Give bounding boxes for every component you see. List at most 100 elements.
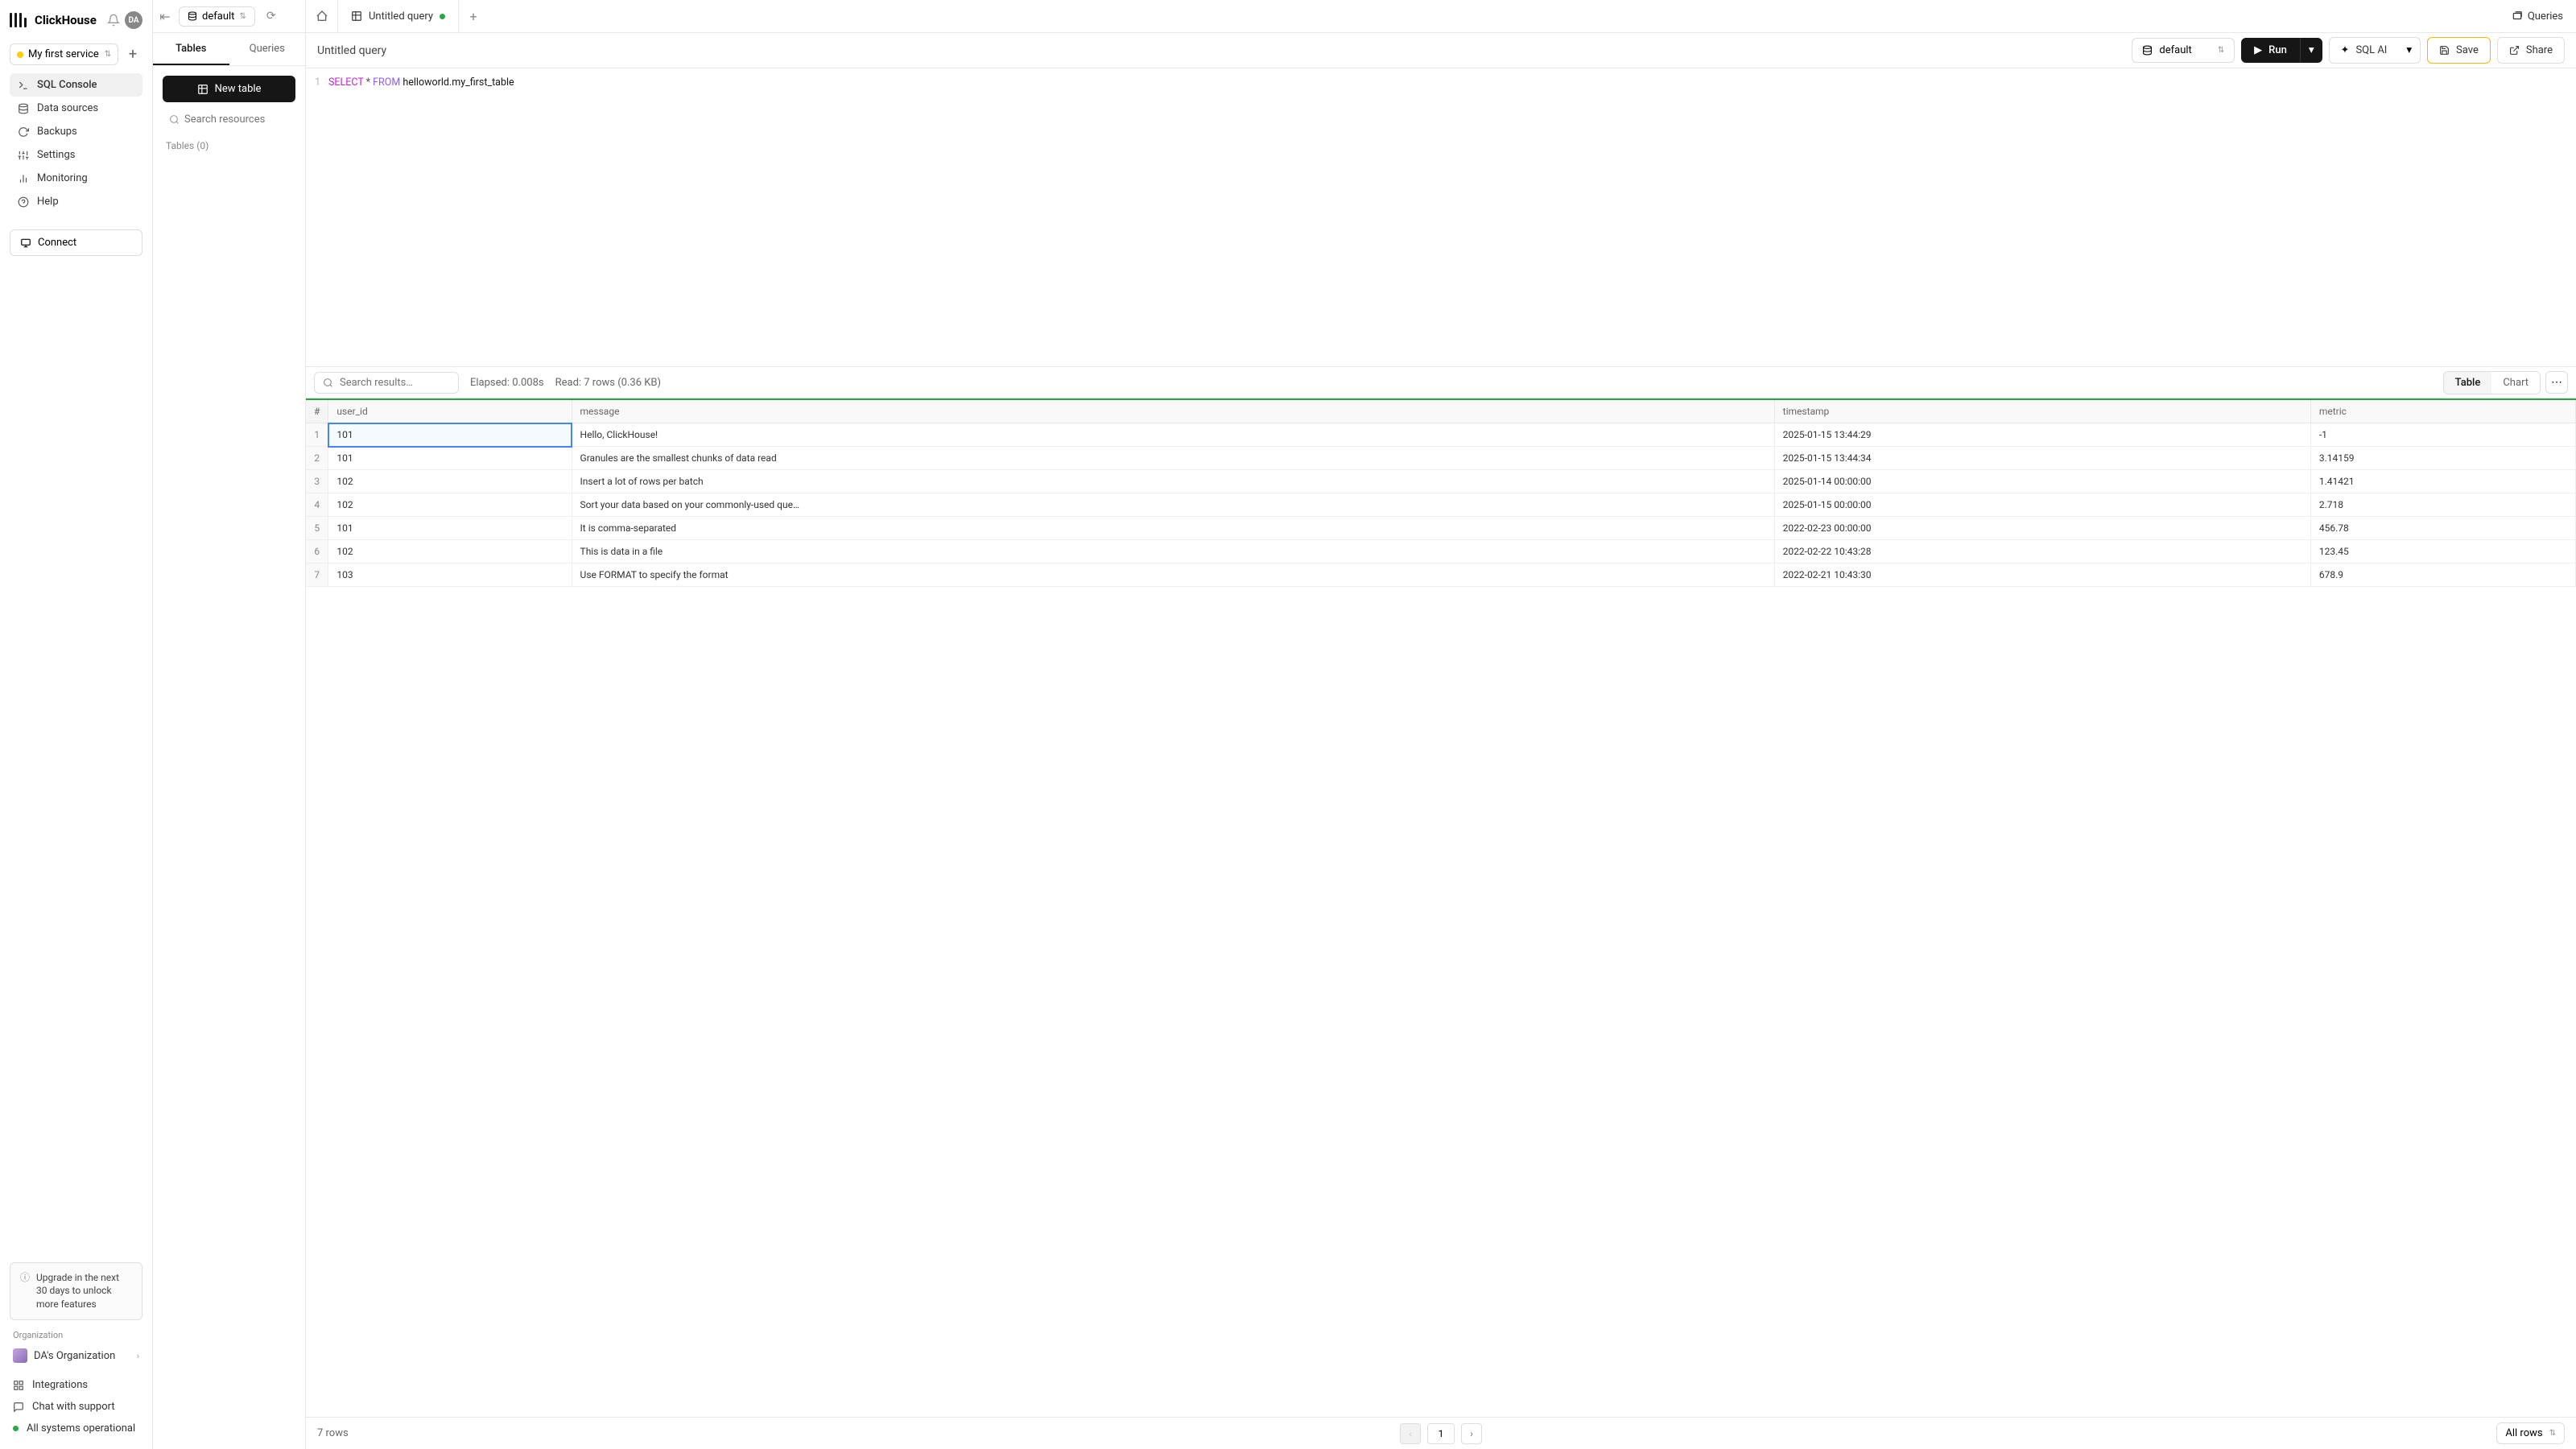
table-cell[interactable]: 3 [306, 470, 328, 493]
save-button[interactable]: Save [2427, 37, 2491, 64]
col-header[interactable]: message [572, 400, 1774, 423]
table-row[interactable]: 3102Insert a lot of rows per batch2025-0… [306, 470, 2576, 493]
table-cell[interactable]: 6 [306, 540, 328, 564]
table-row[interactable]: 5101It is comma-separated2022-02-23 00:0… [306, 517, 2576, 540]
chart-icon [18, 173, 29, 184]
table-cell[interactable]: 7 [306, 564, 328, 587]
table-cell[interactable]: 102 [328, 540, 572, 564]
queries-link[interactable]: Queries [2499, 0, 2576, 32]
share-button[interactable]: Share [2497, 37, 2565, 64]
search-results[interactable] [314, 372, 459, 394]
db-select[interactable]: default ⇅ [2132, 38, 2235, 63]
table-cell[interactable]: 2025-01-15 13:44:34 [1774, 447, 2310, 470]
sidebar-item-settings[interactable]: Settings [10, 143, 142, 167]
sqlai-button[interactable]: ✦ SQL AI [2329, 37, 2399, 64]
table-cell[interactable]: 2022-02-23 00:00:00 [1774, 517, 2310, 540]
more-button[interactable]: ⋯ [2545, 371, 2568, 394]
sqlai-dropdown-button[interactable]: ▾ [2398, 37, 2421, 64]
table-cell[interactable]: 103 [328, 564, 572, 587]
home-tab[interactable] [306, 0, 338, 32]
sidebar-item-help[interactable]: Help [10, 190, 142, 213]
table-row[interactable]: 7103Use FORMAT to specify the format2022… [306, 564, 2576, 587]
table-cell[interactable]: 1.41421 [2310, 470, 2575, 493]
chevron-right-icon: › [137, 1351, 139, 1361]
subtab-tables[interactable]: Tables [153, 33, 229, 65]
table-cell[interactable]: 2025-01-15 00:00:00 [1774, 493, 2310, 517]
run-button[interactable]: ▶ Run [2241, 38, 2300, 63]
sidebar-item-data-sources[interactable]: Data sources [10, 97, 142, 120]
bottom-nav-all-systems-operational[interactable]: All systems operational [0, 1418, 152, 1439]
table-row[interactable]: 4102Sort your data based on your commonl… [306, 493, 2576, 517]
query-title[interactable]: Untitled query [317, 44, 2125, 57]
table-cell[interactable]: 101 [328, 517, 572, 540]
add-tab-button[interactable]: + [459, 0, 488, 32]
chevron-updown-icon: ⇅ [239, 12, 246, 21]
table-cell[interactable]: 101 [328, 423, 572, 447]
collapse-panel-icon[interactable]: ⇤ [153, 9, 177, 24]
connect-button[interactable]: Connect [10, 229, 142, 256]
col-header[interactable]: user_id [328, 400, 572, 423]
upgrade-card[interactable]: ⓘ Upgrade in the next 30 days to unlock … [10, 1262, 142, 1320]
table-row[interactable]: 1101Hello, ClickHouse!2025-01-15 13:44:2… [306, 423, 2576, 447]
org-item[interactable]: DA's Organization › [0, 1344, 152, 1368]
db-label: default [202, 10, 234, 23]
table-cell[interactable]: 2022-02-21 10:43:30 [1774, 564, 2310, 587]
new-table-button[interactable]: New table [163, 76, 295, 102]
table-cell[interactable]: 102 [328, 493, 572, 517]
table-cell[interactable]: 2025-01-14 00:00:00 [1774, 470, 2310, 493]
table-cell[interactable]: Insert a lot of rows per batch [572, 470, 1774, 493]
db-selector[interactable]: default ⇅ [179, 6, 255, 27]
pager-prev-button[interactable]: ‹ [1400, 1423, 1421, 1444]
table-cell[interactable]: This is data in a file [572, 540, 1774, 564]
table-row[interactable]: 6102This is data in a file2022-02-22 10:… [306, 540, 2576, 564]
table-cell[interactable]: 5 [306, 517, 328, 540]
query-tab[interactable]: Untitled query [338, 0, 459, 32]
help-icon [18, 196, 29, 208]
table-cell[interactable]: 678.9 [2310, 564, 2575, 587]
refresh-icon[interactable]: ⟳ [258, 10, 284, 23]
table-cell[interactable]: 1 [306, 423, 328, 447]
table-cell[interactable]: Sort your data based on your commonly-us… [572, 493, 1774, 517]
table-cell[interactable]: -1 [2310, 423, 2575, 447]
table-cell[interactable]: Use FORMAT to specify the format [572, 564, 1774, 587]
sidebar-item-label: Monitoring [37, 172, 88, 184]
view-chart-button[interactable]: Chart [2491, 372, 2540, 394]
search-resources[interactable] [163, 109, 295, 130]
col-header[interactable]: metric [2310, 400, 2575, 423]
service-selector[interactable]: My first service ⇅ [10, 43, 118, 65]
table-cell[interactable]: Granules are the smallest chunks of data… [572, 447, 1774, 470]
search-resources-input[interactable] [184, 114, 289, 126]
col-header[interactable]: timestamp [1774, 400, 2310, 423]
pager-next-button[interactable]: › [1461, 1423, 1482, 1444]
sidebar-item-backups[interactable]: Backups [10, 120, 142, 143]
table-cell[interactable]: 101 [328, 447, 572, 470]
col-header[interactable]: # [306, 400, 328, 423]
sidebar-item-sql-console[interactable]: SQL Console [10, 73, 142, 97]
bottom-nav-integrations[interactable]: Integrations [0, 1374, 152, 1396]
run-dropdown-button[interactable]: ▾ [2300, 38, 2322, 63]
avatar[interactable]: DA [125, 11, 142, 29]
subtab-queries[interactable]: Queries [229, 33, 306, 65]
table-cell[interactable]: 2025-01-15 13:44:29 [1774, 423, 2310, 447]
pager-input[interactable] [1427, 1423, 1455, 1444]
add-service-button[interactable]: + [123, 45, 142, 64]
table-cell[interactable]: It is comma-separated [572, 517, 1774, 540]
table-cell[interactable]: Hello, ClickHouse! [572, 423, 1774, 447]
table-cell[interactable]: 123.45 [2310, 540, 2575, 564]
rows-select[interactable]: All rows ⇅ [2496, 1422, 2565, 1444]
table-cell[interactable]: 2 [306, 447, 328, 470]
table-cell[interactable]: 456.78 [2310, 517, 2575, 540]
view-table-button[interactable]: Table [2444, 372, 2492, 394]
upgrade-text: Upgrade in the next 30 days to unlock mo… [36, 1271, 132, 1311]
sql-editor[interactable]: SELECT * FROM helloworld.my_first_table [328, 76, 514, 358]
table-cell[interactable]: 4 [306, 493, 328, 517]
table-row[interactable]: 2101Granules are the smallest chunks of … [306, 447, 2576, 470]
bell-icon[interactable] [107, 14, 120, 27]
sidebar-item-monitoring[interactable]: Monitoring [10, 167, 142, 190]
table-cell[interactable]: 2022-02-22 10:43:28 [1774, 540, 2310, 564]
bottom-nav-chat-with-support[interactable]: Chat with support [0, 1396, 152, 1418]
search-results-input[interactable] [340, 377, 450, 389]
table-cell[interactable]: 2.718 [2310, 493, 2575, 517]
table-cell[interactable]: 102 [328, 470, 572, 493]
table-cell[interactable]: 3.14159 [2310, 447, 2575, 470]
